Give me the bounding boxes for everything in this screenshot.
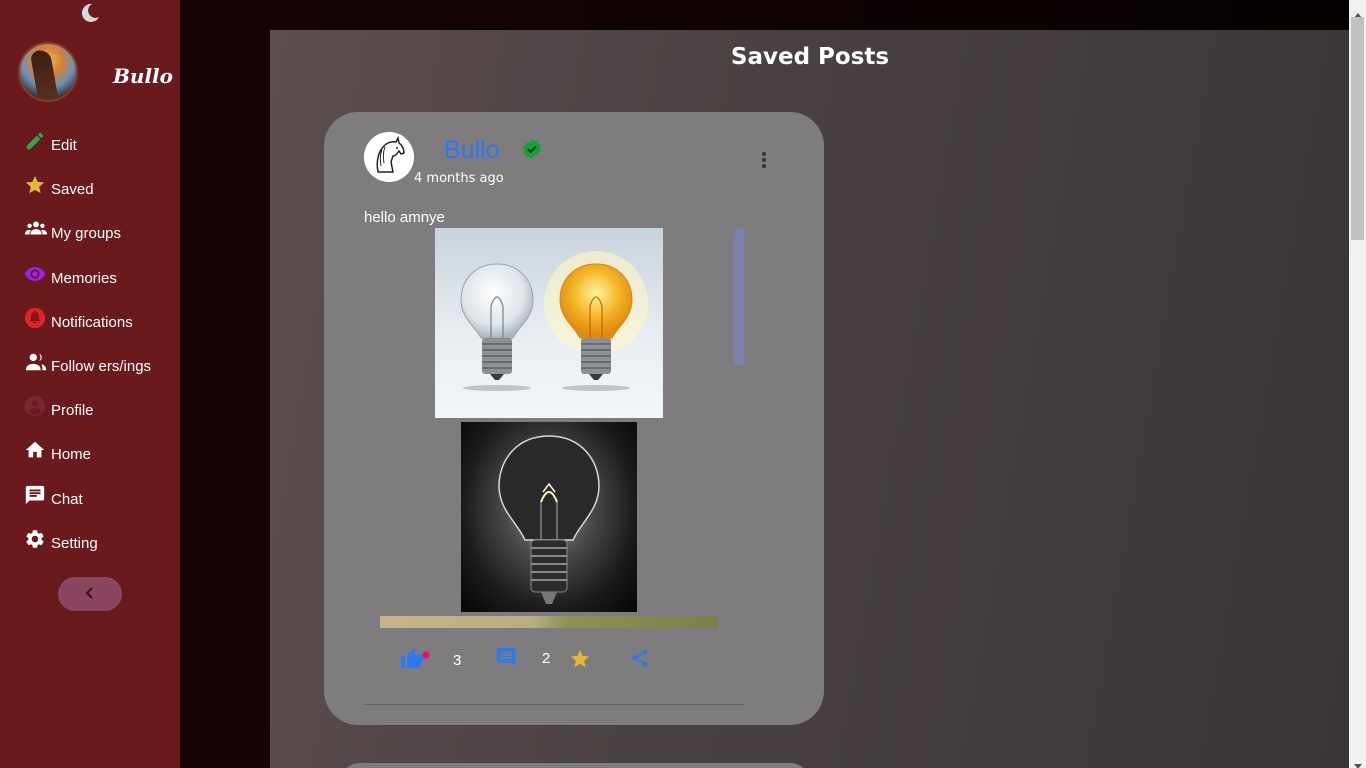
post-image-dark-bulb[interactable] [461, 422, 637, 612]
star-icon [24, 174, 46, 196]
post-timestamp: 4 months ago [414, 171, 504, 186]
sidebar-item-label: Profile [51, 402, 94, 420]
sidebar-item-label: Saved [51, 181, 94, 199]
chevron-left-icon [84, 585, 96, 604]
sidebar-item-label: Notifications [51, 313, 133, 331]
profile-name: Bullo [113, 64, 173, 88]
like-button[interactable] [400, 646, 430, 674]
sidebar-nav: Edit Saved My groups Memories Notificati… [0, 128, 180, 570]
sidebar-item-chat[interactable]: Chat [0, 482, 180, 526]
pencil-icon [24, 130, 46, 152]
sidebar-item-label: My groups [51, 225, 122, 243]
collapse-sidebar-button[interactable] [58, 577, 122, 611]
sidebar-item-followers[interactable]: Follow ers/ings [0, 349, 180, 393]
avatar[interactable] [18, 42, 78, 102]
share-icon [630, 649, 650, 673]
chat-icon [24, 484, 46, 506]
sidebar-item-setting[interactable]: Setting [0, 526, 180, 570]
sidebar-item-profile[interactable]: Profile [0, 393, 180, 437]
people-icon [24, 351, 47, 373]
sidebar: Bullo Edit Saved My groups Memories Noti… [0, 0, 180, 768]
sidebar-item-label: Edit [51, 137, 77, 154]
sidebar-item-label: Memories [51, 269, 117, 287]
like-count: 3 [453, 652, 462, 669]
bell-icon [24, 307, 46, 329]
post-image-bulbs[interactable] [435, 228, 663, 418]
sidebar-item-saved[interactable]: Saved [0, 172, 180, 216]
sidebar-item-label: Chat [51, 490, 83, 508]
post-image-partial[interactable] [380, 616, 718, 628]
post-card-next [340, 763, 810, 768]
sidebar-item-home[interactable]: Home [0, 437, 180, 481]
dark-mode-moon-icon[interactable] [79, 2, 101, 24]
images-scrollbar[interactable] [734, 228, 744, 366]
sidebar-item-label: Follow ers/ings [51, 357, 152, 375]
sidebar-item-label: Setting [51, 534, 98, 552]
share-button[interactable] [630, 647, 650, 673]
divider [364, 704, 744, 705]
sidebar-item-my-groups[interactable]: My groups [0, 216, 180, 260]
sidebar-item-notifications[interactable]: Notifications [0, 305, 180, 349]
home-icon [24, 439, 46, 461]
group-icon [24, 218, 47, 240]
sidebar-item-memories[interactable]: Memories [0, 261, 180, 305]
more-options-icon[interactable] [754, 150, 774, 170]
post-author-name[interactable]: Bullo [444, 136, 500, 165]
post-card: Bullo 4 months ago hello amnye 3 2 [324, 112, 824, 725]
verified-badge-icon [521, 138, 543, 160]
sidebar-item-edit[interactable]: Edit [0, 128, 180, 172]
page-title: Saved Posts [730, 44, 890, 70]
main-content: Saved Posts Bullo 4 months ago hello amn… [270, 30, 1350, 768]
post-text: hello amnye [364, 209, 445, 226]
scroll-down-arrow-icon[interactable] [1353, 756, 1363, 768]
star-icon [569, 649, 591, 674]
comment-icon [495, 647, 517, 672]
scroll-up-arrow-icon[interactable] [1353, 4, 1363, 18]
author-avatar[interactable] [364, 132, 414, 182]
post-actions: 3 2 [324, 642, 824, 672]
gear-icon [24, 528, 46, 550]
comment-count: 2 [542, 650, 551, 667]
sidebar-item-label: Home [51, 446, 92, 464]
save-star-button[interactable] [569, 648, 591, 674]
thumbs-up-icon [400, 648, 430, 674]
page-scrollbar-thumb[interactable] [1351, 17, 1364, 240]
eye-icon [24, 263, 46, 285]
account-circle-icon [24, 395, 46, 417]
comment-button[interactable] [495, 646, 517, 672]
